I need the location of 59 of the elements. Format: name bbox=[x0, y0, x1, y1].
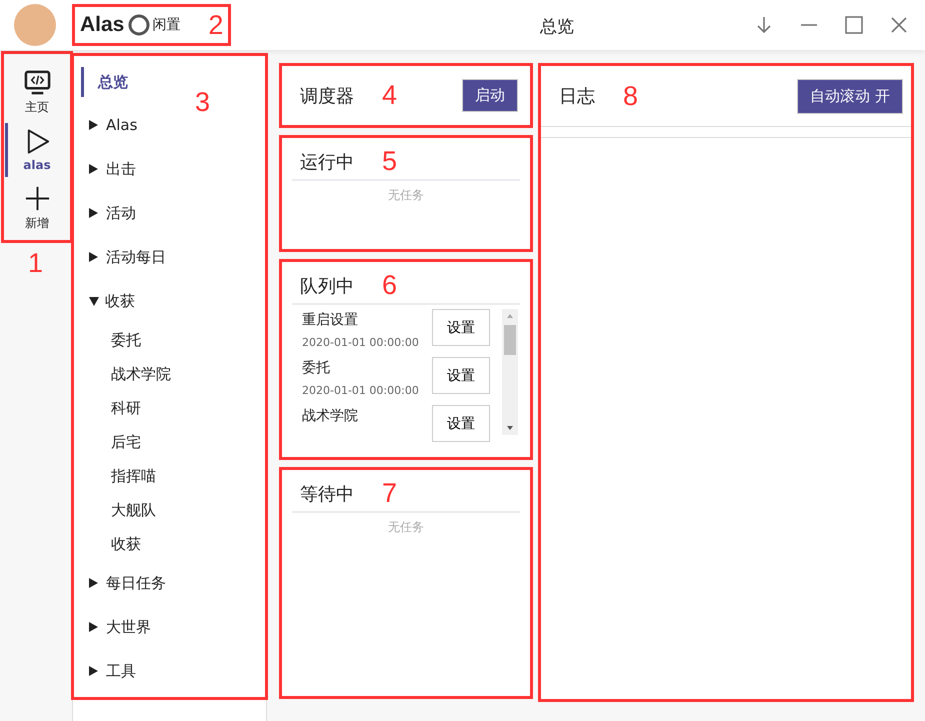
expand-triangle-icon bbox=[89, 164, 98, 174]
expand-triangle-icon bbox=[89, 296, 99, 306]
callout-number: 4 bbox=[382, 82, 398, 109]
callout-number: 2 bbox=[208, 12, 224, 38]
task-time: 2020-01-01 00:00:00 bbox=[302, 384, 420, 397]
start-button[interactable]: 启动 bbox=[462, 79, 518, 112]
nav-group[interactable]: 活动每日 bbox=[73, 235, 266, 279]
callout-number: 8 bbox=[623, 82, 638, 110]
callout-number: 7 bbox=[382, 480, 398, 507]
task-name: 委托 bbox=[302, 359, 331, 377]
nav-item[interactable]: 委托 bbox=[73, 323, 266, 357]
status-label: 闲置 bbox=[152, 16, 180, 34]
avatar-placeholder bbox=[14, 4, 56, 46]
card-title: 运行中 bbox=[300, 150, 354, 174]
nav-item[interactable]: 科研 bbox=[73, 391, 266, 425]
empty-message: 无任务 bbox=[388, 519, 424, 536]
task-name: 重启设置 bbox=[302, 311, 359, 329]
expand-triangle-icon bbox=[89, 666, 98, 676]
window-title: 总览 bbox=[540, 16, 574, 38]
nav-group[interactable]: 工具 bbox=[73, 649, 266, 693]
expand-triangle-icon bbox=[89, 622, 98, 632]
auto-scroll-button[interactable]: 自动滚动 开 bbox=[797, 78, 903, 114]
card-title: 队列中 bbox=[300, 274, 354, 298]
scrollbar[interactable] bbox=[502, 309, 518, 435]
panel-title: 日志 bbox=[559, 85, 595, 108]
expand-triangle-icon bbox=[89, 578, 98, 588]
nav-group[interactable]: 出击 bbox=[73, 147, 266, 191]
expand-triangle-icon bbox=[89, 208, 98, 218]
nav-group[interactable]: 每日任务 bbox=[73, 561, 266, 605]
app-name: Alas bbox=[80, 13, 124, 37]
rail-item[interactable]: 主页 bbox=[3, 63, 71, 121]
nav-item[interactable]: 大舰队 bbox=[73, 493, 266, 527]
nav-group[interactable]: 收获 bbox=[73, 279, 266, 323]
close-icon[interactable] bbox=[889, 15, 909, 35]
nav-item[interactable]: 战术学院 bbox=[73, 357, 266, 391]
callout-number: 6 bbox=[382, 272, 398, 299]
nav-item[interactable]: 收获 bbox=[73, 527, 266, 561]
task-time: 2020-01-01 00:00:00 bbox=[302, 336, 420, 349]
callout-number: 1 bbox=[28, 250, 44, 277]
maximize-icon[interactable] bbox=[844, 15, 864, 35]
task-name: 战术学院 bbox=[302, 407, 359, 425]
nav-group[interactable]: 活动 bbox=[73, 191, 266, 235]
settings-button[interactable]: 设置 bbox=[432, 309, 490, 346]
nav-item[interactable]: 指挥喵 bbox=[73, 459, 266, 493]
expand-triangle-icon bbox=[89, 120, 98, 130]
rail-item[interactable]: 新增 bbox=[3, 179, 71, 237]
empty-message: 无任务 bbox=[388, 187, 424, 204]
status-ring-icon bbox=[128, 14, 150, 36]
card-title: 调度器 bbox=[300, 84, 354, 108]
monitor-code-icon bbox=[24, 68, 50, 96]
card-title: 等待中 bbox=[300, 482, 354, 506]
rail-item[interactable]: alas bbox=[3, 121, 71, 179]
nav-group[interactable]: 大世界 bbox=[73, 605, 266, 649]
settings-button[interactable]: 设置 bbox=[432, 405, 490, 442]
nav-item[interactable]: 后宅 bbox=[73, 425, 266, 459]
plus-icon bbox=[24, 184, 50, 212]
expand-triangle-icon bbox=[89, 252, 98, 262]
callout-number: 5 bbox=[382, 148, 398, 175]
settings-button[interactable]: 设置 bbox=[432, 357, 490, 394]
